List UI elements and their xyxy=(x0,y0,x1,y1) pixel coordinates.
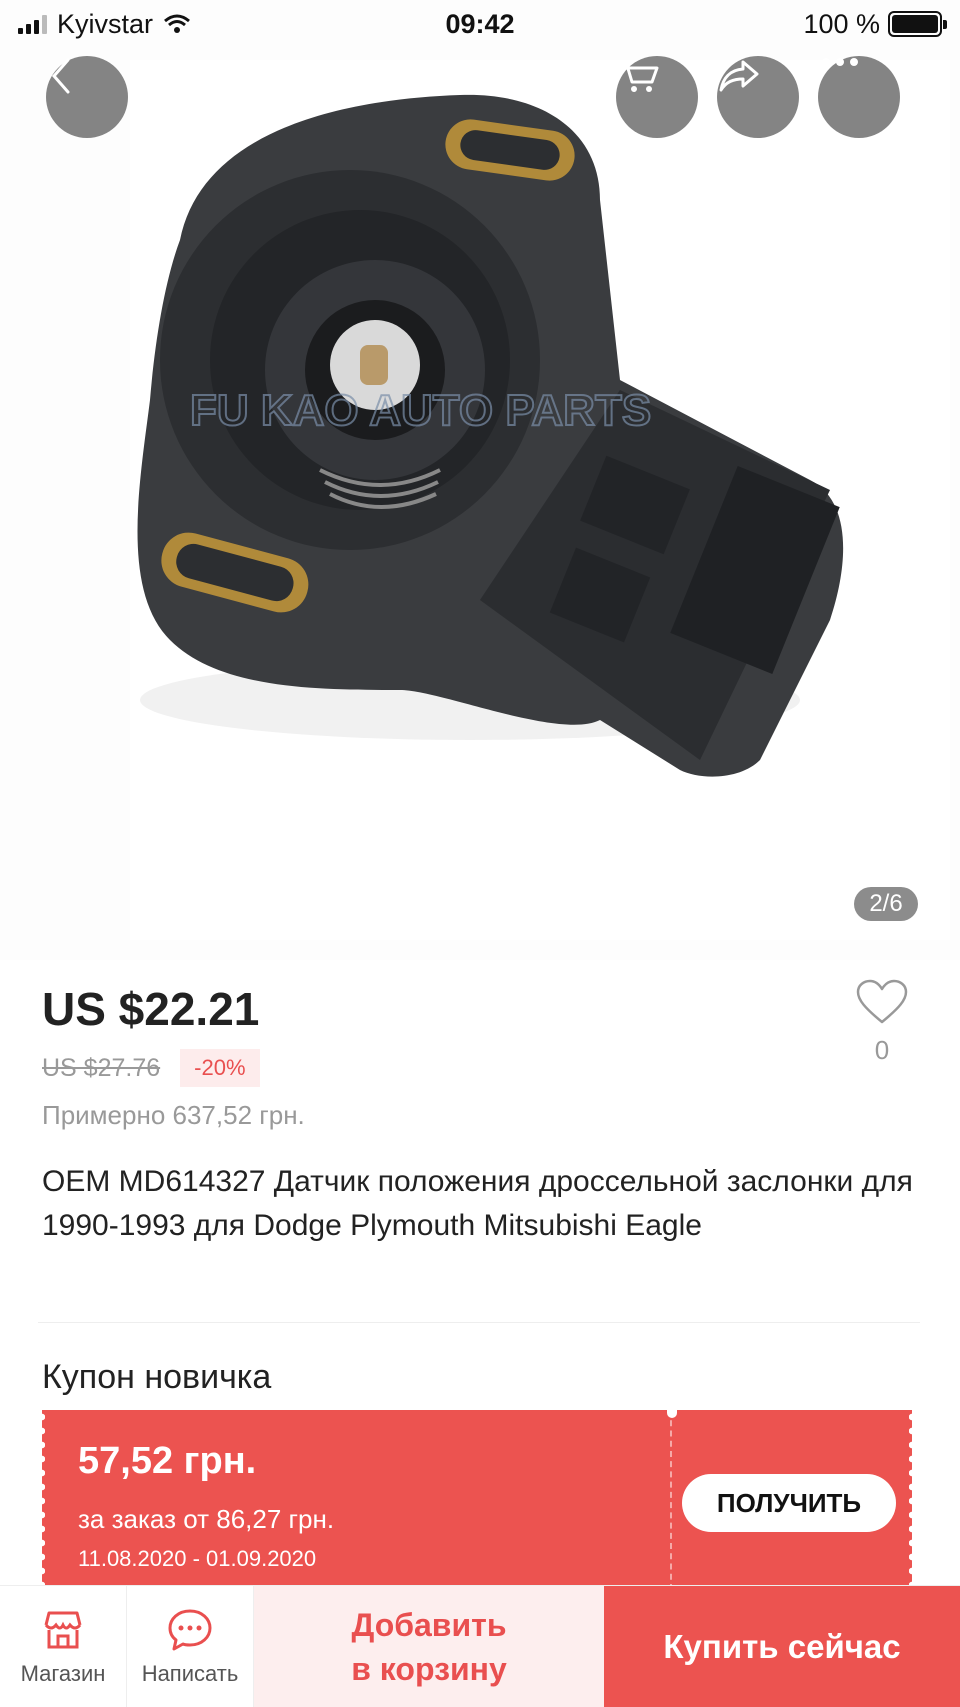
coupon-card: 57,52 грн. за заказ от 86,27 грн. 11.08.… xyxy=(39,1402,915,1590)
share-button[interactable] xyxy=(717,56,799,138)
store-button[interactable]: Магазин xyxy=(0,1586,127,1707)
status-bar: Kyivstar 09:42 100 % xyxy=(0,0,960,48)
discount-badge: -20% xyxy=(180,1049,260,1087)
battery-percent: 100 % xyxy=(803,8,880,39)
wifi-icon xyxy=(164,14,190,33)
coupon-condition: за заказ от 86,27 грн. xyxy=(78,1504,335,1534)
message-label: Написать xyxy=(141,1660,239,1686)
back-button[interactable] xyxy=(46,56,128,138)
cart-button[interactable] xyxy=(616,56,698,138)
coupon-amount: 57,52 грн. xyxy=(78,1440,257,1482)
get-coupon-button[interactable]: ПОЛУЧИТЬ xyxy=(682,1474,896,1532)
coupon-separator xyxy=(670,1410,672,1590)
carrier-name: Kyivstar xyxy=(57,8,154,39)
store-label: Магазин xyxy=(20,1660,106,1686)
share-icon xyxy=(719,60,759,92)
current-price: US $22.21 xyxy=(42,983,260,1035)
old-price: US $27.76 xyxy=(42,1053,161,1082)
bottom-action-bar: Магазин Написать Добавить в корзину Купи… xyxy=(0,1585,960,1707)
wishlist-count: 0 xyxy=(874,1035,890,1065)
coupon-heading: Купон новичка xyxy=(42,1358,272,1396)
watermark: FU KAO AUTO PARTS xyxy=(190,386,651,435)
cart-icon xyxy=(619,60,659,92)
coupon-dates: 11.08.2020 - 01.09.2020 xyxy=(78,1546,317,1571)
old-price-row: US $27.76 -20% xyxy=(42,1049,260,1087)
image-counter: 2/6 xyxy=(854,887,918,921)
add-to-cart-button[interactable]: Добавить в корзину xyxy=(254,1586,604,1707)
chat-icon xyxy=(168,1609,212,1650)
approx-price: Примерно 637,52 грн. xyxy=(42,1100,305,1130)
wishlist-button[interactable]: 0 xyxy=(850,978,914,1066)
buy-now-button[interactable]: Купить сейчас xyxy=(604,1586,960,1707)
message-button[interactable]: Написать xyxy=(127,1586,254,1707)
store-icon xyxy=(44,1611,82,1648)
product-gallery[interactable]: FU KAO AUTO PARTS 2/6 xyxy=(0,0,960,960)
product-title: OEM MD614327 Датчик положения дроссельно… xyxy=(42,1165,913,1242)
product-image: FU KAO AUTO PARTS xyxy=(130,60,950,940)
more-button[interactable] xyxy=(818,56,900,138)
add-to-cart-label-2: в корзину xyxy=(351,1650,507,1687)
back-icon xyxy=(52,58,70,94)
divider xyxy=(38,1322,920,1323)
signal-icon xyxy=(18,14,47,34)
add-to-cart-label-1: Добавить xyxy=(351,1606,507,1643)
battery-icon xyxy=(888,11,947,37)
more-icon xyxy=(822,58,858,66)
heart-icon xyxy=(856,979,908,1024)
